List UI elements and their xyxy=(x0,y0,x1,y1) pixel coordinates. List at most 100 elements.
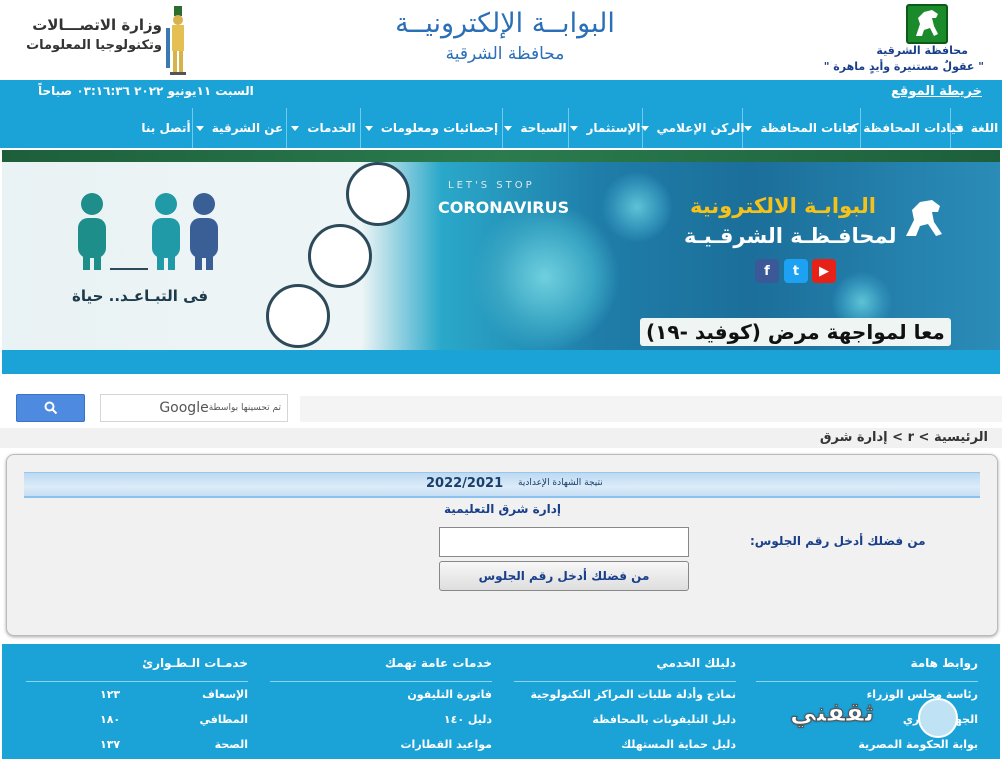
result-title: نتيجة الشهادة الإعدادية xyxy=(518,478,603,488)
search-input[interactable]: Google تم تحسينها بواسطة xyxy=(100,394,288,422)
footer-link[interactable]: نماذج وأدلة طلبات المراكز التكنولوجية xyxy=(514,682,736,707)
person-icon xyxy=(152,193,180,270)
footer-column-title: دليلك الخدمي xyxy=(514,644,736,682)
nav-item[interactable]: الركن الإعلامي xyxy=(640,108,745,148)
distance-slogan: فى التبـاعـد.. حياة xyxy=(72,287,209,305)
footer-link[interactable]: المطافي ١٨٠ xyxy=(26,707,248,732)
person-icon xyxy=(78,193,106,270)
ministry-pharaoh-logo xyxy=(166,6,186,75)
banner-slogan: معا لمواجهة مرض (كوفيد -١٩) xyxy=(640,318,951,346)
hand-wash-icon xyxy=(266,284,330,348)
banner-title-line2: لمحافـظـة الشرقـيـة xyxy=(684,224,897,248)
footer-column: خدمات عامة تهمك فاتورة التليفون دليل ١٤٠ مو… xyxy=(270,644,492,757)
academic-year: 2022/2021 xyxy=(426,476,504,491)
breadcrumb: الرئيسية > r > إدارة شرق xyxy=(0,428,1002,448)
chevron-down-icon xyxy=(570,125,579,131)
emergency-number: ١٣٧ xyxy=(100,738,121,751)
virus-graphic xyxy=(470,202,620,350)
nav-item-label: كيانات المحافظة xyxy=(760,121,859,135)
person-icon xyxy=(190,193,218,270)
powered-by-label: تم تحسينها بواسطة xyxy=(208,403,281,413)
nav-item[interactable]: كيانات المحافظة xyxy=(742,108,860,148)
footer-column: دليلك الخدمي نماذج وأدلة طلبات المراكز ال… xyxy=(514,644,736,757)
nav-item[interactable]: الإستثمار xyxy=(568,108,642,148)
facebook-icon[interactable]: f xyxy=(755,259,779,283)
chevron-down-icon xyxy=(291,125,300,131)
footer-link[interactable]: مواعيد القطارات xyxy=(270,732,493,757)
current-datetime: السبت ١١يونيو ٢٠٢٢ ٠٣:١٦:٣٦ صباحاً xyxy=(38,84,254,98)
lets-stop-text: LET'S STOP xyxy=(448,180,535,191)
horse-icon xyxy=(916,10,938,36)
nav-item[interactable]: الخدمات xyxy=(286,108,360,148)
nav-item-label: أتصل بنا xyxy=(141,121,191,135)
footer-column: خدمـات الـطـوارئ الإسعاف ١٢٣ المطافي ١٨٠ الصح… xyxy=(26,644,248,757)
nav-item-label: عن الشرقية xyxy=(211,121,284,135)
footer-link-label: فاتورة التليفون xyxy=(407,688,492,701)
mask-icon xyxy=(346,162,410,226)
no-handshake-icon xyxy=(308,224,372,288)
banner-top-stripe xyxy=(2,150,1000,162)
coronavirus-text: CORONAVIRUS xyxy=(438,198,570,217)
footer-link-label: نماذج وأدلة طلبات المراكز التكنولوجية xyxy=(530,688,736,701)
footer-link-label: دليل ١٤٠ xyxy=(443,713,492,726)
nav-item[interactable]: السياحة xyxy=(502,108,568,148)
nav-item-label: إحصائيات ومعلومات xyxy=(380,121,499,135)
administration-name: إدارة شرق التعليمية xyxy=(444,502,562,516)
top-navigation-bar: خريطة الموقع السبت ١١يونيو ٢٠٢٢ ٠٣:١٦:٣٦… xyxy=(0,80,1002,148)
search-icon xyxy=(44,401,57,415)
nav-item-label: السياحة xyxy=(520,121,567,135)
nav-item[interactable]: عن الشرقية xyxy=(192,108,286,148)
nav-item[interactable]: إحصائيات ومعلومات xyxy=(360,108,502,148)
chevron-down-icon xyxy=(504,125,513,131)
footer-link[interactable]: فاتورة التليفون xyxy=(270,682,492,707)
result-panel-header: 2022/2021 نتيجة الشهادة الإعدادية xyxy=(24,472,980,496)
sitemap-link[interactable]: خريطة الموقع xyxy=(891,84,982,99)
search-button[interactable] xyxy=(16,394,85,422)
footer-column-title: روابط هامة xyxy=(756,644,978,682)
twitter-icon[interactable]: t xyxy=(784,259,808,283)
footer-link-label: الإسعاف xyxy=(202,688,248,701)
nav-item-label: الخدمات xyxy=(307,121,356,135)
main-menu: اللغة قيادات المحافظة كيانات المحافظة الركن… xyxy=(0,108,1002,148)
footer-link[interactable]: دليل التليفونات بالمحافظة xyxy=(514,707,736,732)
nav-item-label: اللغة xyxy=(970,121,999,135)
governorate-name: محافظة الشرقية xyxy=(876,44,968,57)
google-brand: Google xyxy=(159,400,209,416)
footer-link-label: بوابة الحكومة المصرية xyxy=(858,738,978,751)
submit-seat-button[interactable]: من فضلك أدخل رقم الجلوس xyxy=(439,561,689,591)
chevron-down-icon xyxy=(364,125,373,131)
ministry-name-line2: وتكنولوجيا المعلومات xyxy=(26,38,162,53)
emergency-number: ١٢٣ xyxy=(100,688,121,701)
footer-link-label: دليل حماية المستهلك xyxy=(621,738,736,751)
site-header: محافظة الشرقية " عقولٌ مستنيرة وأيدٍ ماه… xyxy=(0,0,1002,80)
seat-number-label: من فضلك أدخل رقم الجلوس: xyxy=(750,534,926,548)
footer-link[interactable]: الإسعاف ١٢٣ xyxy=(26,682,248,707)
nav-item-label: الإستثمار xyxy=(586,121,641,135)
portal-subtitle: محافظة الشرقية xyxy=(445,44,565,64)
nav-item-label: الركن الإعلامي xyxy=(656,121,745,135)
footer-link[interactable]: دليل ١٤٠ xyxy=(270,707,492,732)
seat-number-input[interactable] xyxy=(439,527,689,557)
footer-link[interactable]: دليل حماية المستهلك xyxy=(514,732,736,757)
footer-link-label: المطافي xyxy=(199,713,248,726)
distance-line xyxy=(110,268,148,270)
governorate-slogan: " عقولٌ مستنيرة وأيدٍ ماهرة " xyxy=(823,60,984,73)
watermark-logo: ثقفني xyxy=(789,698,875,729)
youtube-icon[interactable]: ▶ xyxy=(812,259,836,283)
governorate-horse-logo[interactable] xyxy=(906,4,948,44)
virus-graphic-small xyxy=(602,172,672,242)
horse-icon xyxy=(906,200,942,236)
nav-item[interactable]: أتصل بنا xyxy=(140,108,192,148)
search-strip xyxy=(300,396,1002,422)
ministry-name-line1: وزارة الاتصـــالات xyxy=(32,16,162,34)
footer-link[interactable]: الصحة ١٣٧ xyxy=(26,732,248,757)
lightbulb-icon xyxy=(918,698,958,738)
breadcrumb-path[interactable]: الرئيسية > r > إدارة شرق xyxy=(820,430,988,445)
banner-title-line1: البوابـة الالكترونية xyxy=(690,194,876,218)
portal-title: البوابــة الإلكترونيــة xyxy=(395,8,615,39)
nav-item-label: قيادات المحافظة xyxy=(863,121,964,135)
nav-item[interactable]: قيادات المحافظة xyxy=(847,108,964,148)
chevron-down-icon xyxy=(744,125,753,131)
footer-link-label: دليل التليفونات بالمحافظة xyxy=(592,713,736,726)
emergency-number: ١٨٠ xyxy=(100,713,121,726)
